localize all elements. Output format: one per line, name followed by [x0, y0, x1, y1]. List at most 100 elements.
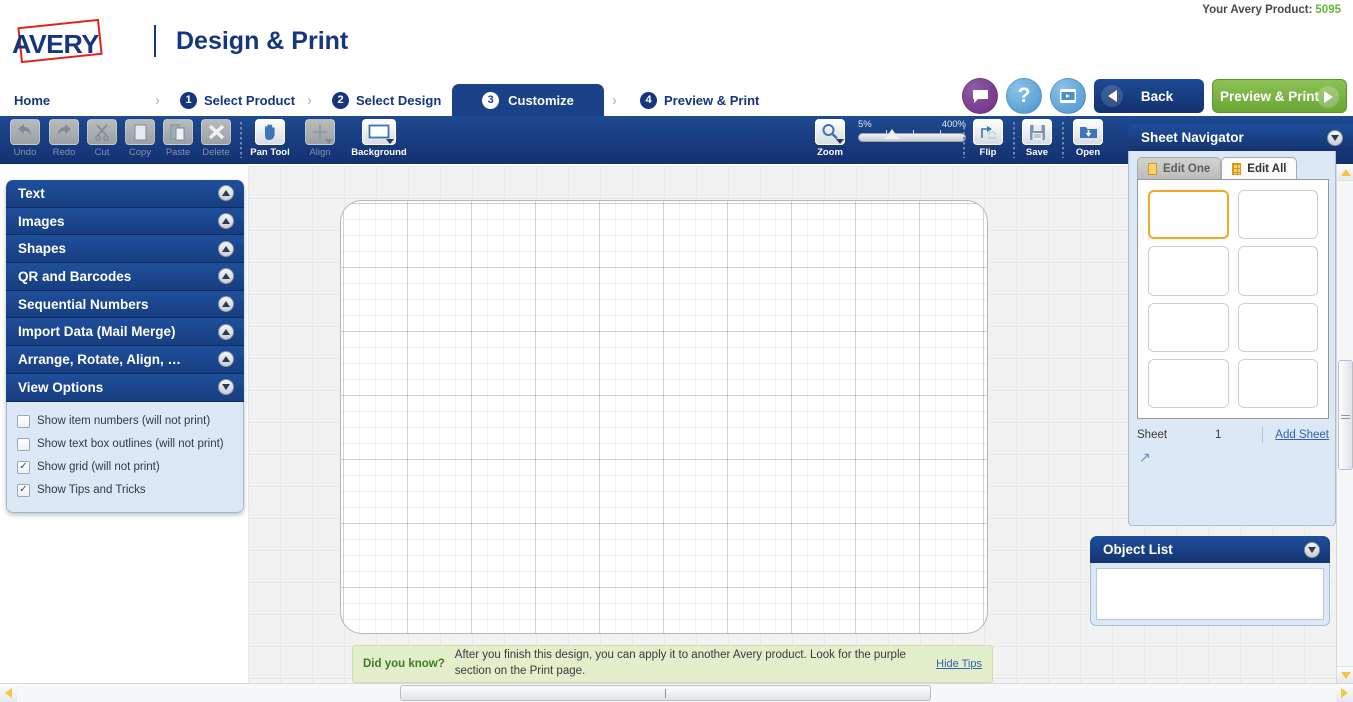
toolbar-pan-tool-button[interactable]: Pan Tool — [248, 119, 292, 161]
checkbox-label: Show grid (will not print) — [37, 461, 160, 473]
label-cell-5[interactable] — [1148, 302, 1229, 352]
sheet-edit-tabs: Edit One Edit All — [1137, 157, 1298, 180]
horizontal-scrollbar-thumb[interactable] — [400, 685, 931, 701]
sheet-navigator-header[interactable]: Sheet Navigator — [1128, 124, 1353, 151]
floppy-disk-icon — [1022, 119, 1052, 145]
sidebar-item-shapes[interactable]: Shapes — [6, 235, 244, 264]
checkbox-box[interactable]: ✓ — [17, 483, 30, 497]
zoom-slider-track[interactable] — [858, 129, 966, 142]
breadcrumb-step-2[interactable]: 2 Select Design — [320, 84, 453, 116]
resize-handle-icon[interactable]: ↗ — [1139, 449, 1151, 466]
scroll-up-arrow-icon[interactable] — [1337, 164, 1353, 181]
avery-logo[interactable]: AVERY — [12, 18, 126, 64]
crosshair-icon — [305, 119, 335, 145]
checkbox-show-item-numbers[interactable]: Show item numbers (will not print) — [17, 410, 233, 433]
toolbar-open-button[interactable]: Open — [1068, 119, 1108, 161]
label-cell-6[interactable] — [1237, 302, 1318, 352]
zoom-slider[interactable]: 5% 400% — [858, 119, 966, 142]
brand-divider — [154, 25, 156, 57]
toolbar-label: Open — [1075, 147, 1101, 158]
vertical-scrollbar[interactable] — [1336, 164, 1353, 683]
toolbar-copy-button[interactable]: Copy — [120, 119, 160, 161]
preview-print-button[interactable]: Preview & Print — [1212, 79, 1347, 113]
back-button[interactable]: Back — [1094, 79, 1204, 113]
object-list-items[interactable] — [1096, 568, 1324, 620]
brand-header: AVERY Design & Print — [12, 18, 348, 64]
breadcrumb-step-4[interactable]: 4 Preview & Print — [628, 84, 771, 116]
question-mark-icon[interactable]: ? — [1006, 78, 1042, 114]
chevron-up-icon[interactable] — [218, 240, 234, 257]
sidebar-item-qr-and-barcodes[interactable]: QR and Barcodes — [6, 263, 244, 291]
tab-edit-one[interactable]: Edit One — [1137, 157, 1222, 180]
chevron-down-icon[interactable] — [1327, 129, 1343, 146]
step-number: 2 — [332, 91, 349, 109]
label-cell-7[interactable] — [1148, 358, 1229, 408]
chevron-up-icon[interactable] — [218, 323, 234, 340]
checkbox-show-tips-and-tricks[interactable]: ✓ Show Tips and Tricks — [17, 479, 233, 502]
sidebar-item-text[interactable]: Text — [6, 180, 244, 208]
checkbox-box[interactable]: ✓ — [17, 460, 30, 474]
checkbox-box[interactable] — [17, 437, 30, 451]
zoom-button[interactable]: Zoom — [810, 119, 850, 161]
checkbox-show-grid[interactable]: ✓ Show grid (will not print) — [17, 456, 233, 479]
checkbox-show-text-box-outlines[interactable]: Show text box outlines (will not print) — [17, 433, 233, 456]
label-cell-3[interactable] — [1148, 246, 1229, 296]
label-cell-1[interactable] — [1148, 190, 1229, 240]
chevron-up-icon[interactable] — [218, 296, 234, 313]
chevron-down-icon[interactable] — [1304, 541, 1320, 558]
label-cell-4[interactable] — [1237, 246, 1318, 296]
scroll-left-arrow-icon[interactable] — [0, 684, 17, 702]
label-canvas[interactable] — [340, 200, 988, 634]
toolbar-delete-button[interactable]: Delete — [196, 119, 236, 161]
scroll-down-arrow-icon[interactable] — [1337, 666, 1353, 683]
toolbar-label: Flip — [979, 147, 997, 158]
video-icon[interactable] — [1050, 78, 1086, 114]
step-label: Customize — [508, 92, 574, 108]
tab-edit-all[interactable]: Edit All — [1221, 157, 1298, 180]
toolbar-align-button[interactable]: Align — [300, 119, 340, 161]
breadcrumb-step-1[interactable]: 1 Select Product — [168, 84, 307, 116]
toolbar-background-button[interactable]: Background — [350, 119, 408, 161]
chevron-right-icon-3: › — [612, 92, 617, 109]
sidebar-item-view-options[interactable]: View Options — [6, 373, 244, 402]
sidebar-item-label: Shapes — [18, 241, 67, 257]
chevron-up-icon[interactable] — [218, 185, 234, 202]
copy-icon — [125, 119, 155, 145]
object-list-header[interactable]: Object List — [1090, 536, 1330, 563]
toolbar-separator-3 — [1013, 122, 1015, 158]
horizontal-scrollbar[interactable] — [0, 683, 1353, 702]
add-sheet-link[interactable]: Add Sheet — [1275, 429, 1329, 441]
toolbar-flip-button[interactable]: Flip — [968, 119, 1008, 161]
label-cell-2[interactable] — [1237, 190, 1318, 240]
toolbar-save-button[interactable]: Save — [1017, 119, 1057, 161]
sidebar-item-import-data[interactable]: Import Data (Mail Merge) — [6, 318, 244, 347]
vertical-scrollbar-thumb[interactable] — [1338, 360, 1353, 470]
chevron-down-icon[interactable] — [218, 379, 234, 396]
chevron-up-icon[interactable] — [218, 268, 234, 285]
sheet-navigator-body: Edit One Edit All Sheet 1 Add Sheet ↗ — [1128, 151, 1336, 526]
chat-bubble-icon[interactable] — [962, 78, 998, 114]
clipboard-icon — [163, 119, 193, 145]
label-cell-8[interactable] — [1237, 358, 1318, 408]
toolbar-paste-button[interactable]: Paste — [158, 119, 198, 161]
scroll-right-arrow-icon[interactable] — [1336, 684, 1353, 702]
toolbar-separator-4 — [1062, 122, 1064, 158]
toolbar-separator-2 — [963, 122, 965, 158]
tab-label: Edit All — [1247, 163, 1287, 175]
zoom-slider-thumb[interactable] — [885, 129, 899, 139]
hide-tips-link[interactable]: Hide Tips — [936, 658, 982, 670]
toolbar-undo-button[interactable]: Undo — [5, 119, 45, 161]
breadcrumb-step-3[interactable]: 3 Customize — [452, 84, 604, 116]
chevron-up-icon[interactable] — [218, 351, 234, 368]
checkbox-box[interactable] — [17, 414, 30, 428]
toolbar-cut-button[interactable]: Cut — [82, 119, 122, 161]
object-list-title: Object List — [1103, 542, 1173, 557]
breadcrumb-home[interactable]: Home — [2, 84, 62, 116]
sidebar-item-images[interactable]: Images — [6, 207, 244, 236]
toolbar-label: Pan Tool — [250, 147, 290, 158]
toolbar-redo-button[interactable]: Redo — [44, 119, 84, 161]
chevron-up-icon[interactable] — [218, 213, 234, 230]
sidebar-item-sequential-numbers[interactable]: Sequential Numbers — [6, 290, 244, 319]
scissors-icon — [87, 119, 117, 145]
sidebar-item-arrange-rotate-align[interactable]: Arrange, Rotate, Align, … — [6, 346, 244, 374]
